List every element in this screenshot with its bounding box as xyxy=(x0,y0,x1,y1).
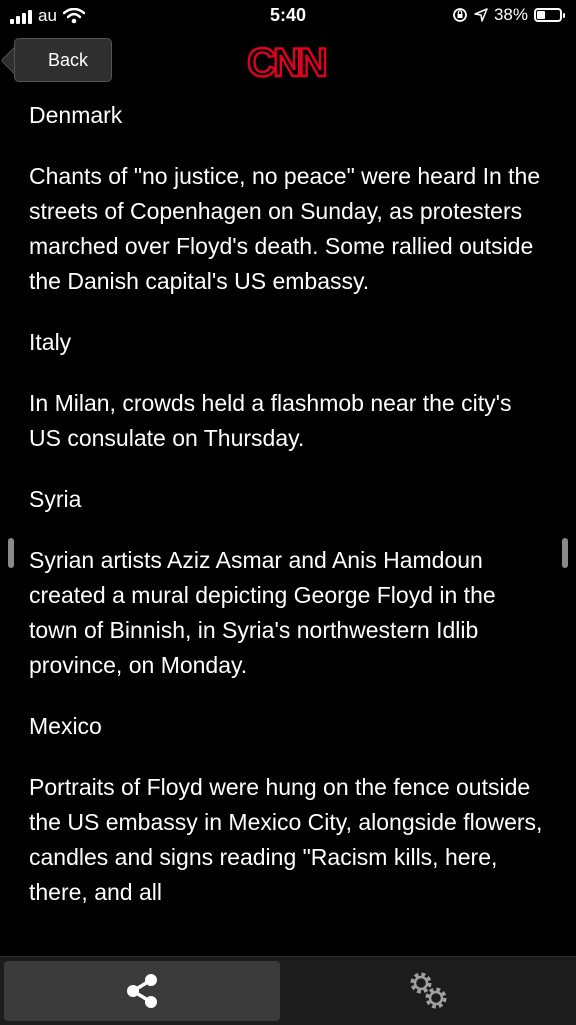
settings-button[interactable] xyxy=(286,961,572,1021)
share-button[interactable] xyxy=(4,961,280,1021)
article-paragraph: Syrian artists Aziz Asmar and Anis Hamdo… xyxy=(29,547,496,678)
location-arrow-icon xyxy=(474,8,488,22)
orientation-lock-icon xyxy=(453,8,467,22)
article-paragraph: Portraits of Floyd were hung on the fenc… xyxy=(29,774,543,905)
article-paragraph: Denmark xyxy=(29,102,123,128)
scroll-indicator-left[interactable] xyxy=(8,538,14,568)
scroll-indicator-right[interactable] xyxy=(562,538,568,568)
article-paragraph: In Milan, crowds held a flashmob near th… xyxy=(29,390,512,451)
battery-percent: 38% xyxy=(493,5,528,24)
article-paragraph: Mexico xyxy=(29,713,102,739)
status-right: 38% xyxy=(452,5,565,25)
article-paragraph: Italy xyxy=(29,329,72,355)
share-icon xyxy=(127,974,157,1008)
bottom-toolbar xyxy=(0,956,576,1025)
cnn-logo-text: CNN xyxy=(247,41,326,84)
status-bar: au 5:40 38% xyxy=(0,0,576,34)
article-paragraph: Syria xyxy=(29,486,82,512)
back-button[interactable]: Back xyxy=(14,38,112,82)
cnn-logo: CNN xyxy=(246,40,330,84)
article-body: Denmark Chants of "no justice, no peace" … xyxy=(29,98,549,936)
settings-gears-icon xyxy=(410,972,447,1009)
battery-fill xyxy=(537,11,546,19)
back-button-label: Back xyxy=(47,49,89,70)
article-paragraph: Chants of "no justice, no peace" were he… xyxy=(29,163,541,294)
battery-icon xyxy=(534,8,565,22)
